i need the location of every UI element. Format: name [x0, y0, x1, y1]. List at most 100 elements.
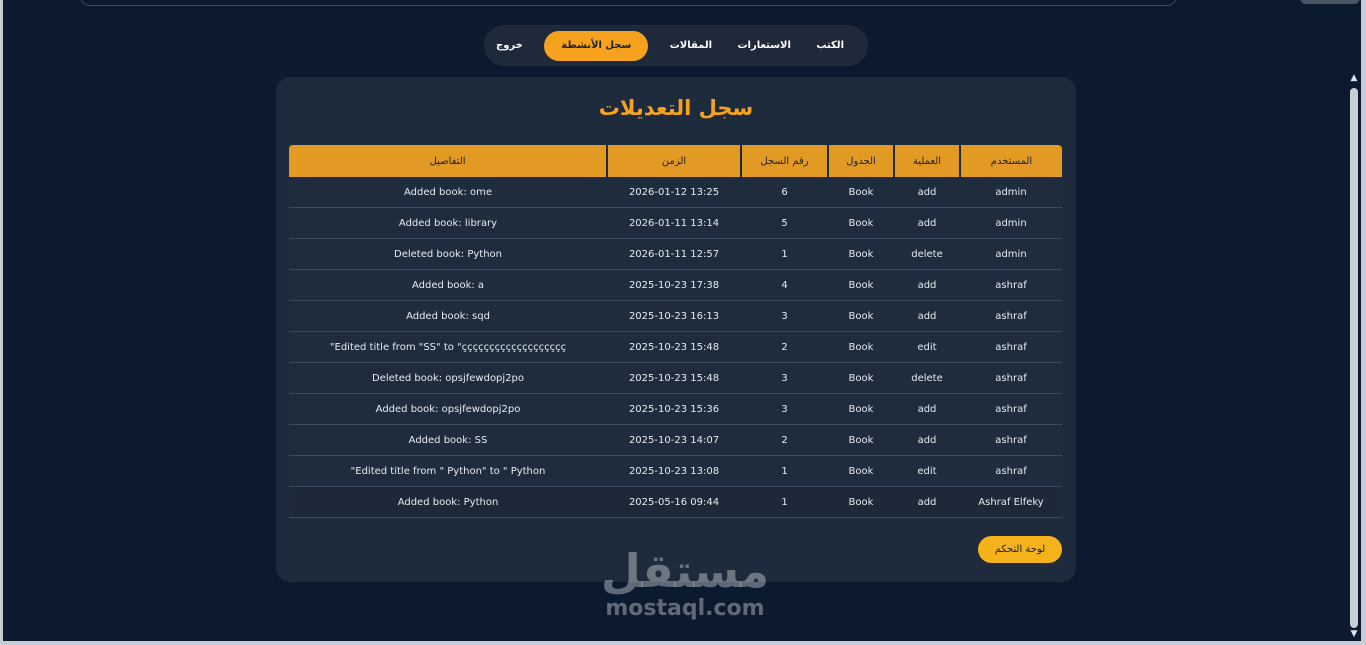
table-row[interactable]: admin add Book 5 2026-01-11 13:14 Added book:…: [289, 207, 1062, 239]
cell-user: ashraf: [960, 300, 1062, 332]
table-header-row: المستخدم العملية الجدول رقم السجل الزمن …: [289, 145, 1062, 177]
table-row[interactable]: ashraf add Book 3 2025-10-23 16:13 Added book…: [289, 300, 1062, 332]
cell-table: Book: [828, 362, 894, 394]
column-header-time[interactable]: الزمن: [606, 145, 741, 177]
cell-details: Added book: sqd: [289, 300, 607, 332]
cell-table: Book: [828, 393, 894, 425]
cell-table: Book: [828, 424, 894, 456]
cell-table: Book: [828, 207, 894, 239]
cell-user: Ashraf Elfeky: [960, 486, 1062, 518]
cell-time: 2026-01-11 12:57: [607, 238, 741, 270]
cell-time: 2025-05-16 09:44: [607, 486, 741, 518]
scroll-up-arrow-icon[interactable]: ▲: [1347, 72, 1361, 84]
cell-details: Deleted book: Python: [289, 238, 607, 270]
window-frame-bottom: [0, 641, 1366, 645]
window-frame-right: [1361, 0, 1366, 645]
cell-user: ashraf: [960, 393, 1062, 425]
cell-table: Book: [828, 331, 894, 363]
table-row[interactable]: ashraf edit Book 1 2025-10-23 13:08 Edited ti…: [289, 455, 1062, 487]
cell-details: Added book: a: [289, 269, 607, 301]
cell-record-id: 1: [741, 455, 828, 487]
nav-item-borrowings[interactable]: الاستعارات: [733, 31, 794, 61]
table-row[interactable]: ashraf add Book 2 2025-10-23 14:07 Added book…: [289, 424, 1062, 456]
nav-item-articles[interactable]: المقالات: [666, 31, 716, 61]
cell-user: ashraf: [960, 362, 1062, 394]
scroll-thumb[interactable]: [1350, 88, 1358, 628]
nav-item-logout[interactable]: خروج: [492, 31, 527, 61]
column-header-action[interactable]: العملية: [893, 145, 960, 177]
watermark-latin: mostaql.com: [605, 596, 765, 621]
cell-table: Book: [828, 486, 894, 518]
cell-user: admin: [960, 207, 1062, 239]
cell-table: Book: [828, 300, 894, 332]
column-header-details[interactable]: التفاصيل: [289, 145, 607, 177]
cell-time: 2026-01-12 13:25: [607, 177, 741, 208]
cell-record-id: 2: [741, 331, 828, 363]
cell-time: 2025-10-23 17:38: [607, 269, 741, 301]
cell-details: Added book: Python: [289, 486, 607, 518]
cell-details: Added book: library: [289, 207, 607, 239]
table-row[interactable]: ashraf delete Book 3 2025-10-23 15:48 Deleted…: [289, 362, 1062, 394]
nav-item-activity-log[interactable]: سجل الأنشطة: [544, 30, 649, 61]
cell-record-id: 4: [741, 269, 828, 301]
scroll-down-arrow-icon[interactable]: ▼: [1347, 628, 1361, 640]
cell-time: 2025-10-23 15:36: [607, 393, 741, 425]
cell-table: Book: [828, 269, 894, 301]
watermark-logo: مستقل mostaql.com: [590, 545, 780, 621]
column-header-user[interactable]: المستخدم: [959, 145, 1062, 177]
cell-details: Edited title from "SS" to "ççççççççççççç…: [289, 331, 607, 363]
cell-time: 2025-10-23 15:48: [607, 362, 741, 394]
cell-record-id: 2: [741, 424, 828, 456]
table-row[interactable]: admin add Book 6 2026-01-12 13:25 Added book:…: [289, 177, 1062, 208]
nav-item-books[interactable]: الكتب: [812, 31, 848, 61]
cell-record-id: 1: [741, 486, 828, 518]
cell-user: ashraf: [960, 331, 1062, 363]
cell-details: Added book: ome: [289, 177, 607, 208]
dashboard-button[interactable]: لوحة التحكم: [978, 536, 1062, 563]
cell-action: add: [894, 177, 960, 208]
cell-time: 2026-01-11 13:14: [607, 207, 741, 239]
cell-user: ashraf: [960, 424, 1062, 456]
cell-action: add: [894, 207, 960, 239]
cell-record-id: 1: [741, 238, 828, 270]
cell-time: 2025-10-23 15:48: [607, 331, 741, 363]
cell-record-id: 6: [741, 177, 828, 208]
cell-user: admin: [960, 238, 1062, 270]
cell-time: 2025-10-23 16:13: [607, 300, 741, 332]
browser-top-edge: [0, 0, 1366, 8]
watermark-arabic: مستقل: [600, 544, 770, 598]
table-row[interactable]: ashraf edit Book 2 2025-10-23 15:48 Edited ti…: [289, 331, 1062, 363]
cell-table: Book: [828, 177, 894, 208]
page-title: سجل التعديلات: [598, 96, 754, 120]
column-header-table[interactable]: الجدول: [827, 145, 894, 177]
cell-details: Edited title from " Python" to " Python": [289, 455, 607, 487]
cell-table: Book: [828, 238, 894, 270]
cell-record-id: 3: [741, 362, 828, 394]
cell-details: Added book: opsjfewdopj2po: [289, 393, 607, 425]
cell-details: Deleted book: opsjfewdopj2po: [289, 362, 607, 394]
cell-action: add: [894, 424, 960, 456]
cell-action: add: [894, 486, 960, 518]
table-row[interactable]: Ashraf Elfeky add Book 1 2025-05-16 09:44 Add…: [289, 486, 1062, 518]
address-bar[interactable]: [80, 0, 1177, 6]
browser-control[interactable]: [1300, 0, 1360, 4]
cell-action: delete: [894, 238, 960, 270]
cell-action: add: [894, 393, 960, 425]
cell-details: Added book: SS: [289, 424, 607, 456]
cell-action: edit: [894, 331, 960, 363]
cell-table: Book: [828, 455, 894, 487]
cell-time: 2025-10-23 13:08: [607, 455, 741, 487]
cell-record-id: 3: [741, 300, 828, 332]
table-row[interactable]: ashraf add Book 3 2025-10-23 15:36 Added book…: [289, 393, 1062, 425]
cell-time: 2025-10-23 14:07: [607, 424, 741, 456]
cell-action: edit: [894, 455, 960, 487]
activity-log-table: المستخدم العملية الجدول رقم السجل الزمن …: [289, 145, 1062, 518]
column-header-record-id[interactable]: رقم السجل: [740, 145, 828, 177]
table-row[interactable]: ashraf add Book 4 2025-10-23 17:38 Added book…: [289, 269, 1062, 301]
cell-action: add: [894, 300, 960, 332]
cell-action: delete: [894, 362, 960, 394]
cell-record-id: 5: [741, 207, 828, 239]
table-row[interactable]: admin delete Book 1 2026-01-11 12:57 Deleted …: [289, 238, 1062, 270]
cell-user: ashraf: [960, 455, 1062, 487]
cell-user: admin: [960, 177, 1062, 208]
